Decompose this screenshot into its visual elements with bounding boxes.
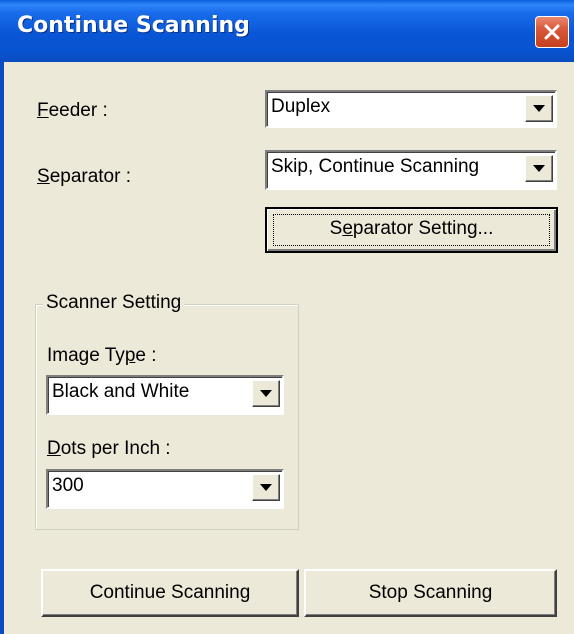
separator-dropdown-button[interactable]	[525, 155, 553, 182]
continue-scanning-button[interactable]: Continue Scanning	[41, 569, 299, 617]
image-type-label-post: e :	[135, 345, 157, 366]
focus-rectangle	[273, 214, 550, 246]
dpi-dropdown[interactable]: 300	[46, 469, 284, 509]
separator-label: Separator :	[37, 166, 131, 188]
dpi-value: 300	[52, 475, 84, 496]
image-type-label-pre: Image Ty	[47, 345, 125, 366]
feeder-value: Duplex	[271, 96, 331, 117]
chevron-down-icon	[533, 165, 545, 172]
image-type-label: Image Type :	[47, 345, 157, 367]
title-bar[interactable]: Continue Scanning	[0, 0, 574, 62]
chevron-down-icon	[260, 484, 272, 491]
stop-scanning-label: Stop Scanning	[368, 582, 493, 603]
separator-setting-button[interactable]: Separator Setting...	[265, 207, 558, 253]
dpi-label: Dots per Inch :	[47, 438, 171, 460]
scanner-setting-title: Scanner Setting	[43, 292, 185, 314]
dpi-label-text: ots per Inch :	[60, 438, 171, 459]
dpi-dropdown-button[interactable]	[252, 474, 280, 501]
separator-label-mnemonic: S	[37, 166, 50, 187]
chevron-down-icon	[260, 390, 272, 397]
window-title: Continue Scanning	[17, 13, 250, 38]
continue-scanning-dialog: Continue Scanning Feeder : Duplex Separa…	[0, 0, 574, 634]
image-type-dropdown-button[interactable]	[252, 380, 280, 407]
image-type-dropdown[interactable]: Black and White	[46, 375, 284, 415]
dpi-label-mnemonic: D	[47, 438, 61, 459]
image-type-label-mnemonic: p	[124, 345, 136, 366]
separator-label-text: eparator :	[49, 166, 132, 187]
close-button[interactable]	[535, 16, 569, 48]
feeder-dropdown-button[interactable]	[525, 95, 553, 122]
stop-scanning-button[interactable]: Stop Scanning	[304, 569, 557, 617]
separator-dropdown[interactable]: Skip, Continue Scanning	[265, 150, 557, 190]
close-icon	[544, 24, 560, 40]
feeder-label-mnemonic: F	[37, 100, 49, 121]
feeder-label-text: eeder :	[48, 100, 108, 121]
continue-scanning-label: Continue Scanning	[89, 582, 251, 603]
feeder-label: Feeder :	[37, 100, 108, 122]
feeder-dropdown[interactable]: Duplex	[265, 90, 557, 128]
chevron-down-icon	[533, 105, 545, 112]
separator-value: Skip, Continue Scanning	[271, 156, 480, 177]
window-border	[0, 62, 4, 634]
image-type-value: Black and White	[52, 381, 190, 402]
